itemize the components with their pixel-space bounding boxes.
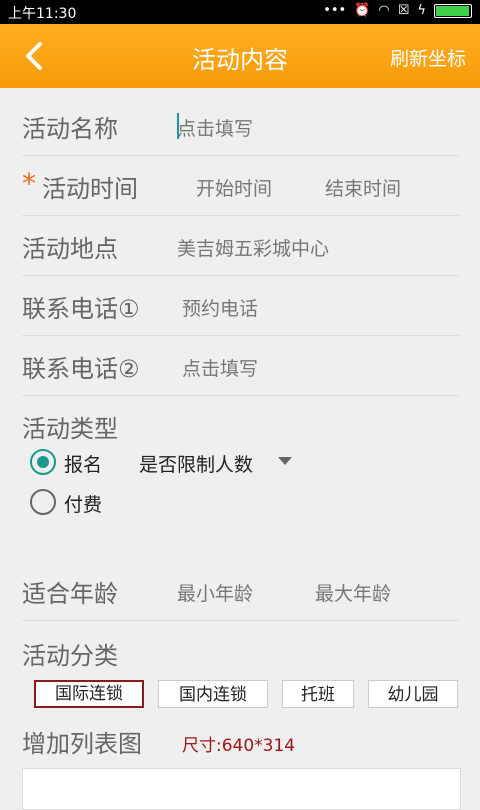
status-bar: 上午11:30 ••• ⏰ ◠ ☒ ϟ bbox=[0, 0, 480, 24]
category-tag[interactable]: 托班 bbox=[282, 680, 354, 708]
phone2-label: 联系电话② bbox=[22, 355, 140, 383]
status-time: 上午11:30 bbox=[8, 6, 77, 22]
charging-icon: ϟ bbox=[417, 3, 426, 18]
sim-icon: ☒ bbox=[397, 3, 410, 18]
list-image-label: 增加列表图 bbox=[22, 730, 142, 758]
category-tag[interactable]: 国内连锁 bbox=[158, 680, 268, 708]
paid-radio[interactable] bbox=[30, 489, 56, 515]
wifi-icon: ◠ bbox=[378, 3, 390, 18]
activity-type-label: 活动类型 bbox=[22, 415, 118, 443]
max-age-input[interactable]: 最大年龄 bbox=[315, 579, 391, 606]
status-icons: ••• ⏰ ◠ ☒ ϟ bbox=[323, 3, 472, 18]
activity-name-label: 活动名称 bbox=[22, 115, 118, 143]
end-time-input[interactable]: 结束时间 bbox=[325, 174, 401, 201]
activity-name-input[interactable]: 点击填写 bbox=[177, 114, 253, 141]
phone1-row: 联系电话① 预约电话 bbox=[22, 275, 459, 336]
activity-location-label: 活动地点 bbox=[22, 235, 118, 263]
activity-location-input[interactable]: 美吉姆五彩城中心 bbox=[177, 234, 329, 261]
alarm-mute-icon: ⏰ bbox=[354, 3, 371, 18]
paid-radio-label: 付费 bbox=[64, 494, 103, 516]
phone1-input[interactable]: 预约电话 bbox=[182, 294, 258, 321]
app-bar: 活动内容 刷新坐标 bbox=[0, 24, 480, 88]
activity-time-row: * 活动时间 开始时间 结束时间 bbox=[22, 155, 459, 216]
activity-time-label: 活动时间 bbox=[42, 175, 138, 203]
signup-radio-label: 报名 bbox=[64, 454, 103, 476]
start-time-input[interactable]: 开始时间 bbox=[196, 174, 272, 201]
min-age-input[interactable]: 最小年龄 bbox=[177, 579, 253, 606]
category-tag[interactable]: 幼儿园 bbox=[368, 680, 458, 708]
phone2-row: 联系电话② 点击填写 bbox=[22, 335, 459, 396]
required-asterisk: * bbox=[22, 167, 36, 200]
dropdown-arrow-icon[interactable] bbox=[278, 457, 292, 465]
activity-location-row: 活动地点 美吉姆五彩城中心 bbox=[22, 215, 459, 276]
activity-name-row: 活动名称 点击填写 bbox=[22, 95, 459, 156]
text-cursor bbox=[177, 113, 179, 139]
battery-icon bbox=[434, 3, 472, 18]
refresh-coordinates-button[interactable]: 刷新坐标 bbox=[390, 44, 466, 71]
image-upload-box[interactable] bbox=[22, 768, 461, 810]
notification-dots-icon: ••• bbox=[323, 3, 347, 18]
category-label: 活动分类 bbox=[22, 642, 118, 670]
age-label: 适合年龄 bbox=[22, 580, 118, 608]
age-row: 适合年龄 最小年龄 最大年龄 bbox=[22, 560, 459, 621]
signup-radio[interactable] bbox=[30, 449, 56, 475]
phone1-label: 联系电话① bbox=[22, 295, 140, 323]
category-tag[interactable]: 国际连锁 bbox=[34, 680, 144, 708]
phone2-input[interactable]: 点击填写 bbox=[182, 354, 258, 381]
image-size-hint: 尺寸:640*314 bbox=[182, 736, 296, 756]
limit-count-dropdown[interactable]: 是否限制人数 bbox=[139, 450, 253, 477]
